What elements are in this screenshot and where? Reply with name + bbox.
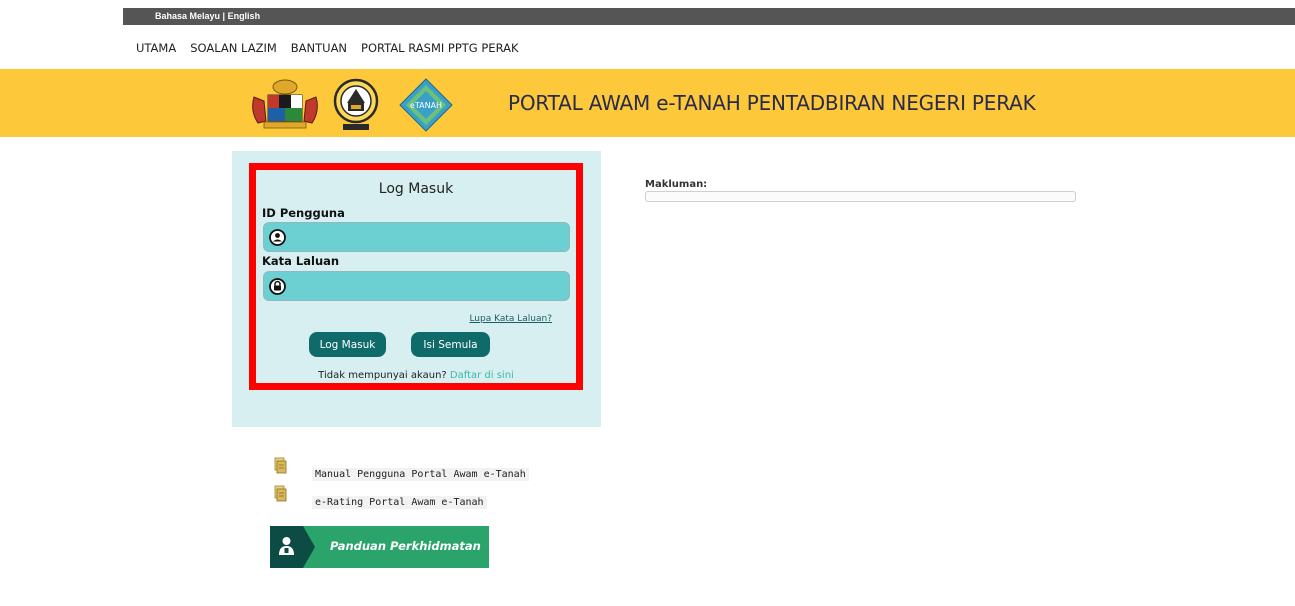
login-panel: Log Masuk ID Pengguna Kata Laluan Lupa K…	[232, 151, 601, 427]
header-banner: eTANAH PORTAL AWAM e-TANAH PENTADBIRAN N…	[0, 69, 1295, 137]
doc-item-erating: e-Rating Portal Awam e-Tanah	[270, 485, 487, 509]
register-prompt: Tidak mempunyai akaun? Daftar di sini	[256, 370, 576, 381]
perak-state-crest-logo	[333, 78, 379, 130]
password-input[interactable]	[292, 275, 564, 297]
password-field-wrapper	[263, 271, 570, 301]
no-account-text: Tidak mempunyai akaun?	[318, 370, 447, 381]
document-stack-icon	[274, 457, 287, 474]
portal-title: PORTAL AWAM e-TANAH PENTADBIRAN NEGERI P…	[508, 91, 1036, 115]
login-title: Log Masuk	[378, 181, 454, 197]
service-guide-label: Panduan Perkhidmatan	[330, 539, 481, 553]
etanah-logo: eTANAH	[399, 78, 453, 132]
user-circle-icon	[269, 229, 286, 246]
reset-button[interactable]: Isi Semula	[411, 332, 490, 357]
page: Bahasa Melayu | English UTAMA SOALAN LAZ…	[0, 0, 1295, 606]
lang-malay-link[interactable]: Bahasa Melayu	[155, 11, 220, 21]
top-bar: Bahasa Melayu | English	[123, 8, 1295, 25]
language-switcher: Bahasa Melayu | English	[155, 11, 260, 21]
service-guide-button[interactable]: Panduan Perkhidmatan	[270, 526, 489, 568]
forgot-password-link[interactable]: Lupa Kata Laluan?	[469, 314, 552, 324]
nav-soalan-lazim[interactable]: SOALAN LAZIM	[190, 41, 277, 57]
lang-english-link[interactable]: English	[228, 11, 261, 21]
login-button[interactable]: Log Masuk	[309, 332, 386, 357]
document-stack-icon	[274, 485, 287, 502]
nav-portal-rasmi[interactable]: PORTAL RASMI PPTG PERAK	[361, 41, 518, 57]
notice-label: Makluman:	[645, 179, 708, 190]
service-guide-chevron	[303, 526, 315, 568]
doc-item-manual: Manual Pengguna Portal Awam e-Tanah	[270, 457, 529, 481]
password-label: Kata Laluan	[262, 254, 340, 268]
register-link[interactable]: Daftar di sini	[450, 370, 514, 381]
user-id-label: ID Pengguna	[262, 206, 345, 220]
nav-utama[interactable]: UTAMA	[136, 41, 176, 57]
main-nav: UTAMA SOALAN LAZIM BANTUAN PORTAL RASMI …	[136, 41, 519, 57]
notice-box	[645, 191, 1076, 202]
manual-link[interactable]: Manual Pengguna Portal Awam e-Tanah	[312, 468, 529, 481]
user-id-field-wrapper	[263, 222, 570, 252]
login-form-highlight: Log Masuk ID Pengguna Kata Laluan Lupa K…	[249, 163, 583, 390]
lock-circle-icon	[269, 278, 286, 295]
svg-text:eTANAH: eTANAH	[410, 101, 442, 110]
malaysia-coat-of-arms-logo	[252, 79, 318, 129]
nav-bantuan[interactable]: BANTUAN	[291, 41, 347, 57]
erating-link[interactable]: e-Rating Portal Awam e-Tanah	[312, 496, 487, 509]
person-icon	[279, 537, 294, 555]
lang-separator: |	[220, 11, 228, 21]
user-id-input[interactable]	[292, 226, 564, 248]
